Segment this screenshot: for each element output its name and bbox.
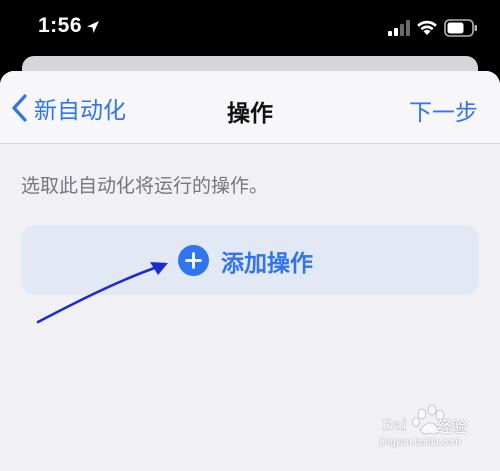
watermark-brand: 经验 <box>437 418 468 436</box>
add-action-button[interactable]: 添加操作 <box>21 225 479 295</box>
svg-text:Bai: Bai <box>382 417 407 434</box>
status-bar: 1:56 <box>0 0 500 60</box>
navigation-bar: 新自动化 操作 下一步 <box>0 71 500 144</box>
plus-circle-icon <box>178 245 209 276</box>
status-time: 1:56 <box>38 14 83 37</box>
battery-icon <box>444 19 477 37</box>
location-icon <box>87 21 99 33</box>
signal-icon <box>388 20 410 36</box>
description-text: 选取此自动化将运行的操作。 <box>21 175 269 197</box>
next-button[interactable]: 下一步 <box>409 93 478 127</box>
wifi-icon <box>417 20 437 35</box>
add-action-label: 添加操作 <box>221 251 313 277</box>
watermark-url: jingyan.baidu.com <box>380 437 461 448</box>
